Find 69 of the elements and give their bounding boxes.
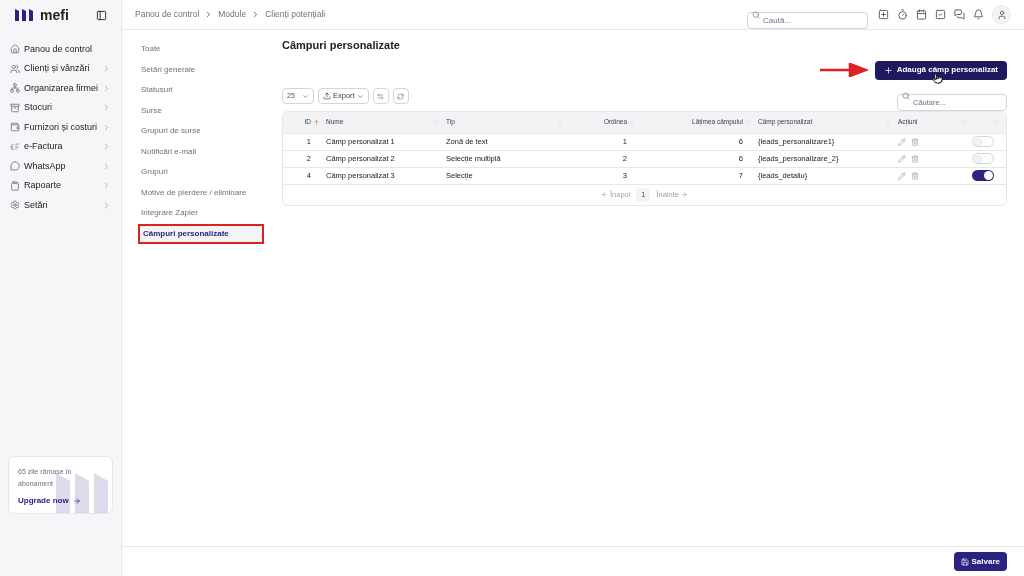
breadcrumb-link[interactable]: Clienți potențiali xyxy=(265,8,326,21)
toggle-switch[interactable] xyxy=(972,136,994,147)
add-icon[interactable] xyxy=(878,9,889,20)
sidebar-item[interactable]: Clienți și vânzări xyxy=(10,59,111,78)
logo-icon xyxy=(14,8,36,22)
sidebar-item[interactable]: Stocuri xyxy=(10,98,111,117)
settings-menu-item[interactable]: Surse xyxy=(138,100,282,121)
sidebar-item[interactable]: WhatsApp xyxy=(10,157,111,176)
page-title: Câmpuri personalizate xyxy=(282,38,401,53)
refresh-icon[interactable] xyxy=(392,88,409,104)
swap-icon[interactable] xyxy=(372,88,389,104)
upload-icon xyxy=(323,92,331,100)
sidebar-item[interactable]: Furnizori și costuri xyxy=(10,118,111,137)
settings-menu-item[interactable]: Toate xyxy=(138,39,282,60)
arrow-right-icon xyxy=(681,191,688,198)
edit-icon[interactable] xyxy=(898,137,906,146)
delete-icon[interactable] xyxy=(911,154,919,163)
edit-icon[interactable] xyxy=(898,171,906,180)
clipboard-icon xyxy=(10,180,20,191)
save-button[interactable]: Salvare xyxy=(953,552,1007,571)
search-icon xyxy=(902,92,910,100)
timer-icon[interactable] xyxy=(897,9,908,20)
toggle-switch[interactable] xyxy=(972,170,994,181)
toggle-switch[interactable] xyxy=(972,153,994,164)
add-custom-field-button[interactable]: Adaugă câmp personalizat xyxy=(874,60,1007,80)
settings-icon xyxy=(10,200,20,211)
delete-icon[interactable] xyxy=(911,171,919,180)
chat-icon[interactable] xyxy=(954,9,965,20)
settings-menu-item[interactable]: Setări generale xyxy=(138,59,282,80)
avatar[interactable] xyxy=(992,5,1011,24)
arrow-left-icon xyxy=(601,191,608,198)
users-icon xyxy=(10,63,20,74)
wallet-icon xyxy=(10,122,20,133)
notifications-icon[interactable] xyxy=(973,9,984,20)
brand-name: mefi xyxy=(40,5,69,25)
settings-menu-item[interactable]: Statusuri xyxy=(138,80,282,101)
checkbox-icon[interactable] xyxy=(935,9,946,20)
network-icon xyxy=(10,83,20,94)
sidebar-item[interactable]: Organizarea firmei xyxy=(10,79,111,98)
archive-icon xyxy=(10,102,20,113)
ef-icon xyxy=(10,142,20,151)
settings-menu-item[interactable]: Grupuri xyxy=(138,162,282,183)
chevron-down-icon xyxy=(302,92,309,100)
plus-icon xyxy=(883,65,893,75)
edit-icon[interactable] xyxy=(898,154,906,163)
sidebar-item[interactable]: Setări xyxy=(10,196,111,215)
sidebar-item[interactable]: Rapoarte xyxy=(10,176,111,195)
sidebar-item[interactable]: Panou de control xyxy=(10,40,111,59)
annotation-arrow xyxy=(819,63,868,77)
save-icon xyxy=(960,557,969,566)
settings-menu-item[interactable]: Câmpuri personalizate xyxy=(138,223,264,244)
sidebar-item[interactable]: e-Factura xyxy=(10,137,111,156)
settings-menu-item[interactable]: Grupuri de surse xyxy=(138,121,282,142)
chevron-down-icon xyxy=(356,92,364,100)
house-icon xyxy=(10,44,20,55)
search-icon xyxy=(752,10,760,19)
hand-cursor-icon xyxy=(932,72,943,84)
search-field[interactable]: Caută... xyxy=(747,12,868,29)
settings-menu-item[interactable]: Notificări e-mail xyxy=(138,141,282,162)
calendar-icon[interactable] xyxy=(916,9,927,20)
upgrade-link[interactable]: Upgrade now xyxy=(18,495,103,507)
delete-icon[interactable] xyxy=(911,137,919,146)
settings-menu-item[interactable]: Motive de pierdere / eliminare xyxy=(138,182,282,203)
settings-menu-item[interactable]: Integrare Zapier xyxy=(138,203,282,224)
arrow-right-icon xyxy=(72,497,81,505)
collapse-sidebar-icon[interactable] xyxy=(96,9,107,21)
breadcrumb-link[interactable]: Module xyxy=(218,8,247,21)
chat-icon xyxy=(10,161,20,172)
breadcrumb-link[interactable]: Panou de control xyxy=(135,8,200,21)
